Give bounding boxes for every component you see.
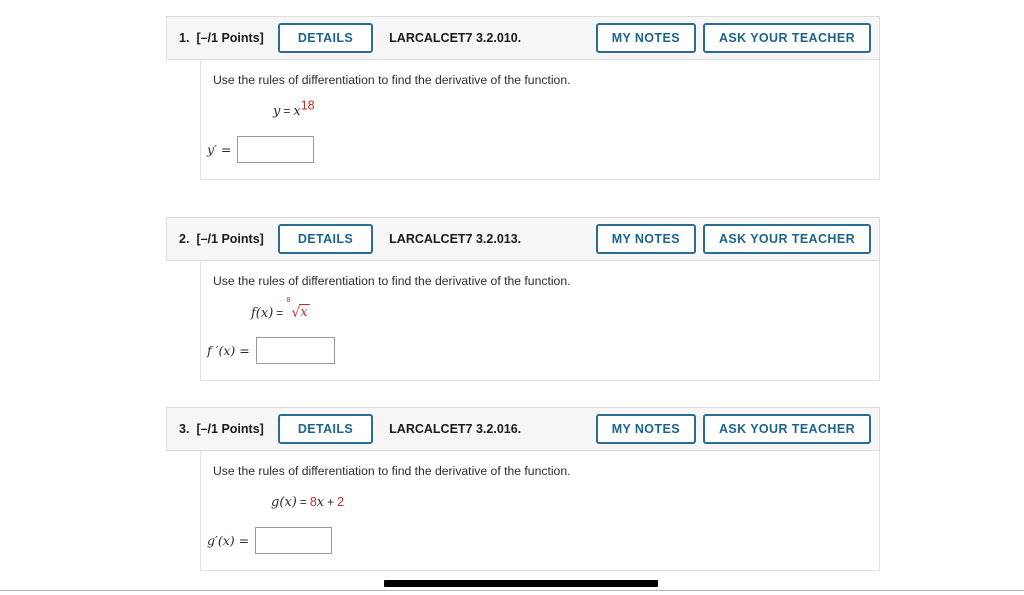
details-button-2[interactable]: DETAILS xyxy=(277,224,374,254)
question-formula-2: f(x) = 8 √x xyxy=(201,296,879,325)
question-reference-1: LARCALCET7 3.2.010. xyxy=(389,31,522,45)
question-points-2: [–/1 Points] xyxy=(196,232,264,246)
formula-constant-3: 2 xyxy=(337,494,345,509)
question-reference-3: LARCALCET7 3.2.016. xyxy=(389,422,522,436)
question-header-actions-2: MY NOTES ASK YOUR TEACHER xyxy=(595,224,871,254)
question-header-actions-3: MY NOTES ASK YOUR TEACHER xyxy=(595,414,871,444)
question-prompt-3: Use the rules of differentiation to find… xyxy=(213,464,571,478)
answer-label-3: g′(x) = xyxy=(207,532,250,548)
radical-radicand-2: x xyxy=(299,303,310,320)
question-formula-3: g(x) = 8x +2 xyxy=(201,495,879,515)
question-header-2: 2. [–/1 Points] DETAILS LARCALCET7 3.2.0… xyxy=(166,217,880,261)
formula-equals-3: = xyxy=(299,494,307,509)
formula-equals-2: = xyxy=(276,305,284,320)
formula-coefficient-3: 8 xyxy=(309,494,317,509)
details-button-3[interactable]: DETAILS xyxy=(277,414,374,444)
my-notes-button-2[interactable]: MY NOTES xyxy=(595,224,696,254)
question-number-2: 2. xyxy=(179,232,190,246)
my-notes-button-3[interactable]: MY NOTES xyxy=(595,414,696,444)
question-header-3: 3. [–/1 Points] DETAILS LARCALCET7 3.2.0… xyxy=(166,407,880,451)
answer-input-1[interactable] xyxy=(237,135,315,163)
answer-input-2[interactable] xyxy=(255,336,335,364)
question-prompt-1: Use the rules of differentiation to find… xyxy=(213,73,571,87)
question-number-3: 3. xyxy=(179,422,190,436)
formula-lhs-2: f(x) xyxy=(251,305,274,321)
formula-lhs-3: g(x) xyxy=(271,494,297,510)
answer-row-3: g′(x) = xyxy=(201,526,879,554)
my-notes-button-1[interactable]: MY NOTES xyxy=(595,23,696,53)
answer-row-1: y′ = xyxy=(201,135,879,163)
question-block-3: 3. [–/1 Points] DETAILS LARCALCET7 3.2.0… xyxy=(166,407,880,571)
question-body-1: Use the rules of differentiation to find… xyxy=(200,60,880,180)
question-number-1: 1. xyxy=(179,31,190,45)
question-body-3: Use the rules of differentiation to find… xyxy=(200,451,880,571)
question-reference-2: LARCALCET7 3.2.013. xyxy=(389,232,522,246)
question-header-1: 1. [–/1 Points] DETAILS LARCALCET7 3.2.0… xyxy=(166,16,880,60)
question-prompt-2: Use the rules of differentiation to find… xyxy=(213,274,571,288)
question-header-actions-1: MY NOTES ASK YOUR TEACHER xyxy=(595,23,871,53)
radical-expression-2: 8 √x xyxy=(286,296,310,321)
bottom-divider xyxy=(0,590,1024,591)
answer-label-1: y′ = xyxy=(207,141,232,157)
answer-label-2: f ′(x) = xyxy=(207,342,250,358)
question-body-2: Use the rules of differentiation to find… xyxy=(200,261,880,381)
horizontal-scrollbar-thumb[interactable] xyxy=(384,580,658,587)
ask-your-teacher-button-1[interactable]: ASK YOUR TEACHER xyxy=(702,23,871,53)
question-points-3: [–/1 Points] xyxy=(196,422,264,436)
question-block-1: 1. [–/1 Points] DETAILS LARCALCET7 3.2.0… xyxy=(166,16,880,180)
formula-variable-3: x xyxy=(316,494,325,510)
question-block-2: 2. [–/1 Points] DETAILS LARCALCET7 3.2.0… xyxy=(166,217,880,381)
assignment-page: 1. [–/1 Points] DETAILS LARCALCET7 3.2.0… xyxy=(0,0,1024,595)
formula-exponent-1: 18 xyxy=(300,98,315,113)
formula-base-1: x xyxy=(293,103,301,119)
question-points-1: [–/1 Points] xyxy=(196,31,264,45)
formula-equals-1: = xyxy=(283,103,291,118)
answer-input-3[interactable] xyxy=(255,526,333,554)
answer-row-2: f ′(x) = xyxy=(201,336,879,364)
question-formula-1: y = x18 xyxy=(201,99,879,124)
details-button-1[interactable]: DETAILS xyxy=(277,23,374,53)
radical-index-2: 8 xyxy=(286,294,291,304)
ask-your-teacher-button-3[interactable]: ASK YOUR TEACHER xyxy=(702,414,871,444)
formula-operator-3: + xyxy=(327,494,335,509)
ask-your-teacher-button-2[interactable]: ASK YOUR TEACHER xyxy=(702,224,871,254)
